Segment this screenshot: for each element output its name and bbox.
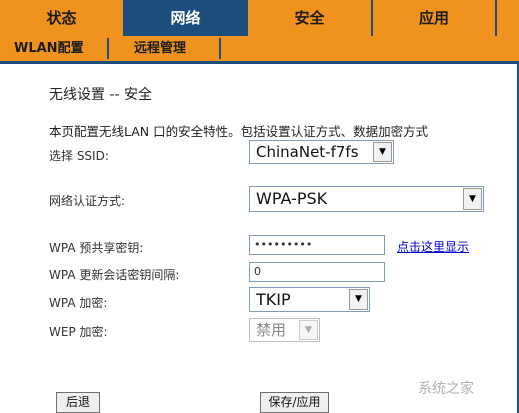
rekey-interval-input[interactable]: 0 <box>249 262 385 282</box>
top-nav: 状态 网络 安全 应用 <box>0 0 519 36</box>
watermark-logo: 系统之家 <box>418 381 474 397</box>
tab-network[interactable]: 网络 <box>125 0 246 36</box>
subnav-divider <box>107 38 109 59</box>
page-title: 无线设置 -- 安全 <box>49 87 153 103</box>
subtab-remote-management[interactable]: 远程管理 <box>128 36 192 61</box>
auth-method-value: WPA-PSK <box>256 189 328 208</box>
wpa-encryption-label: WPA 加密: <box>49 296 108 310</box>
chevron-down-icon[interactable]: ▼ <box>373 142 392 162</box>
rekey-label: WPA 更新会话密钥间隔: <box>49 268 180 282</box>
sub-nav: WLAN配置 远程管理 <box>0 36 519 64</box>
save-apply-button[interactable]: 保存/应用 <box>260 392 329 413</box>
ssid-select[interactable]: ChinaNet-f7fs ▼ <box>249 140 394 164</box>
auth-method-select[interactable]: WPA-PSK ▼ <box>249 186 484 212</box>
show-password-link[interactable]: 点击这里显示 <box>397 238 469 255</box>
ssid-label: 选择 SSID: <box>49 149 109 163</box>
ssid-value: ChinaNet-f7fs <box>256 143 359 161</box>
chevron-down-icon[interactable]: ▼ <box>349 289 368 310</box>
tab-security[interactable]: 安全 <box>248 0 371 36</box>
wpa-encryption-select[interactable]: TKIP ▼ <box>249 287 370 312</box>
chevron-down-icon[interactable]: ▼ <box>463 188 482 210</box>
tab-more[interactable] <box>497 0 519 36</box>
wpa-encryption-value: TKIP <box>256 290 291 309</box>
page-description: 本页配置无线LAN 口的安全特性。包括设置认证方式、数据加密方式 <box>49 124 429 139</box>
tab-status[interactable]: 状态 <box>0 0 123 36</box>
tab-application[interactable]: 应用 <box>373 0 495 36</box>
chevron-down-icon[interactable]: ▼ <box>299 320 318 340</box>
back-button[interactable]: 后退 <box>56 392 100 413</box>
psk-input[interactable]: ••••••••• <box>249 235 385 255</box>
auth-label: 网络认证方式: <box>49 194 126 208</box>
subtab-wlan-config[interactable]: WLAN配置 <box>8 36 90 61</box>
wep-encryption-label: WEP 加密: <box>49 325 108 339</box>
wep-encryption-select[interactable]: 禁用 ▼ <box>249 318 320 342</box>
subnav-divider <box>219 38 221 59</box>
wep-encryption-value: 禁用 <box>256 321 287 339</box>
psk-label: WPA 预共享密钥: <box>49 241 144 255</box>
